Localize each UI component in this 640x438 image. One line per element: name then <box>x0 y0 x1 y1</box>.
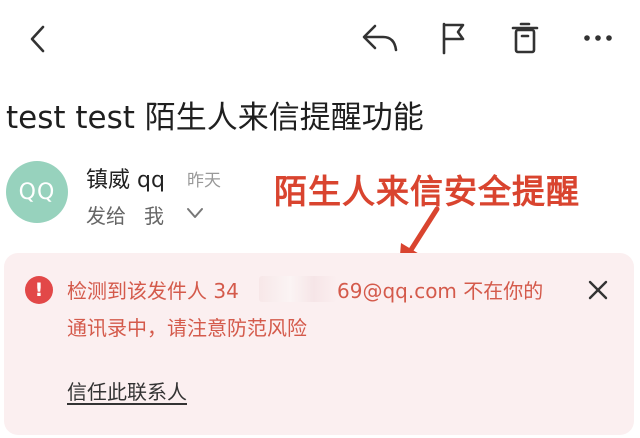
expand-recipients-button[interactable] <box>185 205 205 224</box>
chevron-left-icon <box>30 25 45 53</box>
sender-name[interactable]: 镇威 qq <box>86 162 165 194</box>
email-subject: test test 陌生人来信提醒功能 <box>6 100 424 136</box>
more-dots-icon <box>584 35 612 41</box>
warning-text-line2: 通讯录中，请注意防范风险 <box>67 316 307 340</box>
warning-text-prefix: 检测到该发件人 34 <box>67 279 239 303</box>
avatar[interactable]: QQ <box>6 161 68 223</box>
back-button[interactable] <box>22 22 54 56</box>
recipient-label: 发给 <box>86 204 126 228</box>
flag-icon <box>442 22 465 55</box>
redacted-email-mask <box>259 276 337 302</box>
delete-button[interactable] <box>507 20 543 56</box>
close-icon <box>588 280 608 300</box>
trust-contact-link[interactable]: 信任此联系人 <box>67 376 187 405</box>
reply-icon <box>362 24 398 52</box>
email-date: 昨天 <box>187 171 221 191</box>
trash-icon <box>511 22 539 54</box>
reply-button[interactable] <box>360 20 400 56</box>
flag-button[interactable] <box>435 20 471 56</box>
warning-text-suffix: 69@qq.com 不在你的 <box>337 279 544 303</box>
exclamation-icon: ! <box>25 276 53 304</box>
dismiss-warning-button[interactable] <box>584 276 612 304</box>
recipient-name[interactable]: 我 <box>144 200 164 229</box>
chevron-down-icon <box>187 208 203 218</box>
more-button[interactable] <box>580 22 616 54</box>
